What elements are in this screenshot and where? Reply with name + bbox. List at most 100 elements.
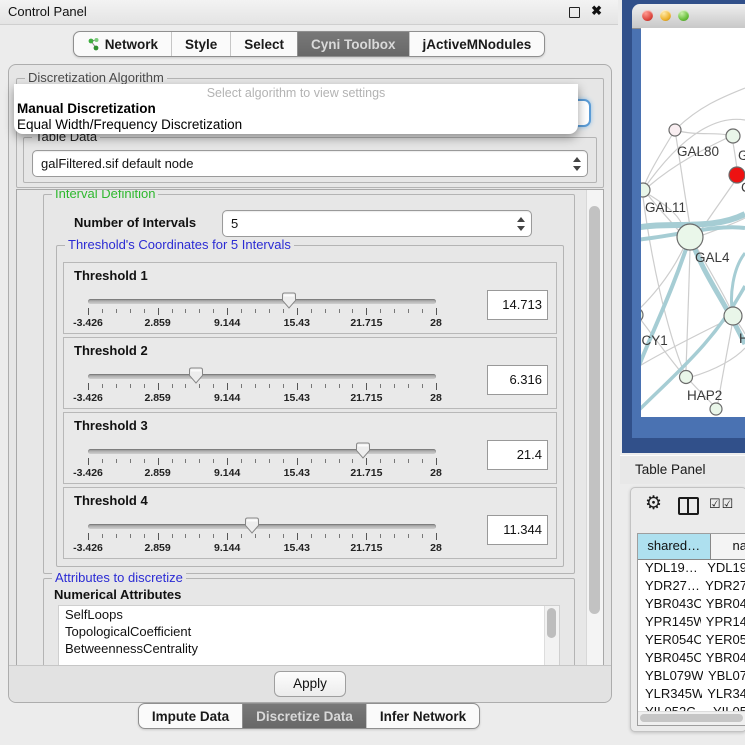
tab-jactivemnodules[interactable]: jActiveMNodules — [409, 32, 545, 56]
network-edge[interactable] — [675, 88, 745, 130]
attribute-item-betweennesscentrality[interactable]: BetweennessCentrality — [59, 640, 559, 657]
threshold-slider[interactable]: -3.4262.8599.14415.4321.71528 — [88, 521, 436, 555]
scale-label: 21.715 — [350, 317, 382, 329]
tick — [241, 459, 242, 463]
threshold-value-field[interactable]: 11.344 — [487, 515, 548, 545]
menu-item-manual-discretization[interactable]: Manual Discretization — [17, 101, 575, 116]
tab-label: Impute Data — [152, 709, 229, 724]
tick — [269, 534, 270, 538]
split-view-icon[interactable] — [678, 497, 699, 515]
threshold-value-field[interactable]: 21.4 — [487, 440, 548, 470]
cell-shared-name: YER054C — [638, 632, 701, 650]
tab-cyni-toolbox[interactable]: Cyni Toolbox — [297, 32, 409, 56]
table-row[interactable]: YBR045CYBR04 — [638, 650, 745, 668]
scale-label: 21.715 — [350, 392, 382, 404]
table-row[interactable]: YDL19…YDL19 — [638, 560, 745, 578]
tick — [130, 459, 131, 463]
threshold-slider[interactable]: -3.4262.8599.14415.4321.71528 — [88, 371, 436, 405]
network-icon — [87, 37, 100, 51]
algorithm-group-title: Discretization Algorithm — [25, 71, 167, 85]
tick — [172, 534, 173, 538]
table-row[interactable]: YBR043CYBR04 — [638, 596, 745, 614]
network-edge-highlighted[interactable] — [641, 237, 690, 376]
menu-item-equal-width-frequency-discretization[interactable]: Equal Width/Frequency Discretization — [17, 117, 575, 132]
slider-track[interactable] — [88, 299, 436, 304]
list-scrollbar[interactable] — [544, 606, 559, 666]
table-row[interactable]: YPR145WYPR14 — [638, 614, 745, 632]
tick — [339, 534, 340, 538]
network-node-label: GAL80 — [677, 144, 719, 159]
slider-scale-labels: -3.4262.8599.14415.4321.71528 — [88, 467, 436, 479]
network-edge[interactable] — [733, 143, 737, 168]
table-data-combo[interactable]: galFiltered.sif default node — [32, 150, 588, 177]
tick — [283, 534, 284, 538]
attribute-item-topologicalcoefficient[interactable]: TopologicalCoefficient — [59, 623, 559, 640]
tick — [88, 458, 89, 465]
zoom-traffic-light-icon[interactable] — [678, 10, 689, 21]
table-row[interactable]: YBL079WYBL07 — [638, 668, 745, 686]
cell-name: YLR34 — [702, 686, 745, 704]
network-node-ga[interactable] — [726, 129, 740, 143]
table-row[interactable]: YLR345WYLR34 — [638, 686, 745, 704]
settings-gear-icon[interactable]: ⚙ — [645, 492, 662, 515]
checkbox-icons[interactable]: ☑☑ — [709, 496, 734, 512]
close-icon[interactable]: ✖ — [591, 3, 602, 19]
network-node[interactable] — [710, 403, 722, 415]
settings-scrollbar[interactable] — [586, 190, 603, 665]
attributes-group: Attributes to discretize Numerical Attri… — [43, 578, 575, 666]
table-row[interactable]: YDR27…YDR27 — [638, 578, 745, 596]
threshold-slider[interactable]: -3.4262.8599.14415.4321.71528 — [88, 446, 436, 480]
threshold-slider[interactable]: -3.4262.8599.14415.4321.71528 — [88, 296, 436, 330]
tick — [116, 384, 117, 388]
slider-scale-labels: -3.4262.8599.14415.4321.71528 — [88, 392, 436, 404]
tick — [325, 384, 326, 388]
column-header-name[interactable]: na — [711, 534, 745, 559]
minimize-traffic-light-icon[interactable] — [660, 10, 671, 21]
network-edge[interactable] — [645, 130, 675, 184]
float-window-icon[interactable] — [569, 7, 580, 18]
table-hscrollbar[interactable] — [638, 711, 745, 725]
threshold-value-field[interactable]: 6.316 — [487, 365, 548, 395]
slider-thumb[interactable] — [188, 367, 203, 384]
tick — [241, 384, 242, 388]
tab-label: Discretize Data — [256, 709, 353, 724]
slider-thumb[interactable] — [281, 292, 296, 309]
tick — [339, 384, 340, 388]
tab-select[interactable]: Select — [230, 32, 297, 56]
tab-impute-data[interactable]: Impute Data — [139, 704, 242, 728]
number-of-intervals-combo[interactable]: 5 — [222, 210, 532, 237]
network-node-gal80[interactable] — [669, 124, 681, 136]
network-edge[interactable] — [686, 250, 690, 370]
scale-label: 28 — [430, 467, 442, 479]
cell-name: YER05 — [701, 632, 745, 650]
network-canvas[interactable]: GAL80GACGAL11GAL4GCY1HHAP2 — [641, 28, 745, 417]
close-traffic-light-icon[interactable] — [642, 10, 653, 21]
tick — [172, 459, 173, 463]
tab-discretize-data[interactable]: Discretize Data — [242, 704, 366, 728]
threshold-value-field[interactable]: 14.713 — [487, 290, 548, 320]
network-node-hap2[interactable] — [680, 371, 693, 384]
tick — [352, 384, 353, 388]
network-node-gcy1[interactable] — [641, 308, 643, 322]
slider-thumb[interactable] — [355, 442, 370, 459]
column-header-shared-name[interactable]: shared… — [638, 534, 711, 559]
scale-label: 2.859 — [144, 467, 170, 479]
table-row[interactable]: YER054CYER05 — [638, 632, 745, 650]
network-node-gal11[interactable] — [641, 183, 650, 197]
tab-style[interactable]: Style — [171, 32, 230, 56]
slider-track[interactable] — [88, 374, 436, 379]
attribute-item-selfloops[interactable]: SelfLoops — [59, 606, 559, 623]
tick — [130, 534, 131, 538]
slider-scale-labels: -3.4262.8599.14415.4321.71528 — [88, 542, 436, 554]
tick — [380, 534, 381, 538]
tick — [297, 458, 298, 465]
slider-track[interactable] — [88, 449, 436, 454]
network-node-gal4[interactable] — [677, 224, 703, 250]
numerical-attributes-list[interactable]: SelfLoopsTopologicalCoefficientBetweenne… — [58, 605, 560, 666]
network-node-h[interactable] — [724, 307, 742, 325]
slider-track[interactable] — [88, 524, 436, 529]
tab-network[interactable]: Network — [74, 32, 171, 56]
apply-button[interactable]: Apply — [274, 671, 346, 697]
slider-thumb[interactable] — [244, 517, 259, 534]
tab-infer-network[interactable]: Infer Network — [366, 704, 479, 728]
